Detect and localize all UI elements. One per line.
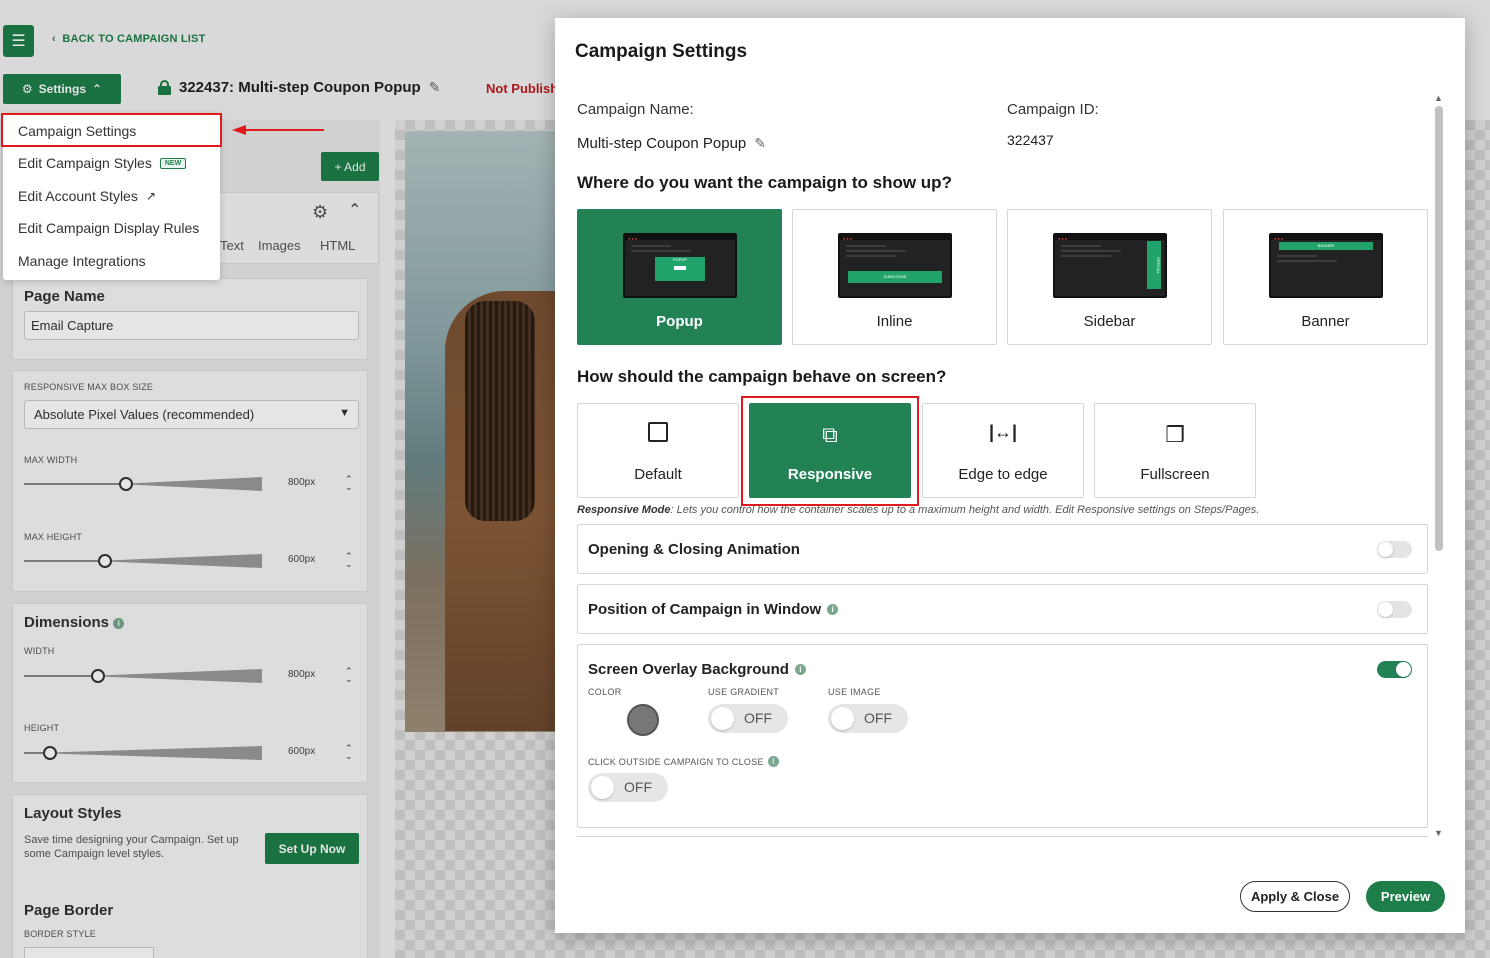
placement-option-popup[interactable]: ●●● POPUP Popup	[577, 209, 782, 345]
expand-icon: ❒	[1165, 422, 1185, 447]
overlay-section: Screen Overlay Background i COLOR USE GRA…	[577, 644, 1428, 828]
mini-label: BANNER	[1317, 243, 1335, 248]
position-title: Position of Campaign in Window i	[588, 601, 839, 618]
use-image-toggle[interactable]: OFF	[828, 704, 908, 733]
menu-item-label: Edit Account Styles	[18, 188, 138, 204]
behavior-label: Fullscreen	[1140, 466, 1210, 483]
campaign-settings-modal: Campaign Settings Campaign Name: Multi-s…	[555, 18, 1465, 933]
menu-item-edit-display-rules[interactable]: Edit Campaign Display Rules	[18, 220, 199, 236]
menu-item-edit-campaign-styles[interactable]: Edit Campaign Styles NEW	[18, 155, 187, 171]
next-section-edge	[577, 836, 1428, 840]
placement-label: Popup	[656, 313, 703, 330]
color-label: COLOR	[588, 687, 622, 697]
placement-option-inline[interactable]: ●●● SUBSCRIBE Inline	[792, 209, 997, 345]
mini-label: SPECIAL	[1156, 256, 1161, 274]
animation-title: Opening & Closing Animation	[588, 541, 800, 558]
behavior-label: Edge to edge	[958, 466, 1048, 483]
toggle-state: OFF	[864, 710, 892, 726]
modal-scrollbar[interactable]: ▲ ▼	[1434, 93, 1444, 843]
toggle-state: OFF	[744, 710, 772, 726]
preview-button[interactable]: Preview	[1366, 881, 1445, 912]
click-outside-label: CLICK OUTSIDE CAMPAIGN TO CLOSE i	[588, 756, 779, 767]
placement-label: Sidebar	[1083, 313, 1136, 330]
edit-icon[interactable]: ✎	[754, 135, 766, 152]
note-text: : Lets you control how the container sca…	[670, 504, 1260, 516]
menu-item-label: Edit Campaign Styles	[18, 155, 152, 171]
behavior-option-fullscreen[interactable]: ❒ Fullscreen	[1094, 403, 1256, 498]
mini-label: SUBSCRIBE	[883, 274, 907, 279]
position-toggle[interactable]	[1377, 601, 1412, 618]
info-icon: i	[794, 664, 806, 675]
overlay-title: Screen Overlay Background i	[588, 661, 806, 678]
popup-thumbnail-icon: ●●● POPUP	[623, 233, 737, 298]
use-gradient-toggle[interactable]: OFF	[708, 704, 788, 733]
placement-question: Where do you want the campaign to show u…	[577, 173, 952, 192]
menu-item-label: Manage Integrations	[18, 253, 146, 269]
note-bold: Responsive Mode	[577, 504, 671, 516]
horizontal-arrows-icon: |↔|	[988, 422, 1018, 442]
campaign-name-value: Multi-step Coupon Popup ✎	[577, 135, 766, 152]
section-title: Opening & Closing Animation	[588, 541, 800, 558]
click-outside-toggle[interactable]: OFF	[588, 773, 668, 802]
red-arrow-icon	[232, 125, 324, 135]
position-section[interactable]: Position of Campaign in Window i	[577, 584, 1428, 634]
placement-option-banner[interactable]: ●●● BANNER Banner	[1223, 209, 1428, 345]
toggle-state: OFF	[624, 779, 652, 795]
use-image-label: USE IMAGE	[828, 687, 881, 697]
placement-label: Banner	[1301, 313, 1350, 330]
section-title: Screen Overlay Background	[588, 661, 789, 678]
animation-section[interactable]: Opening & Closing Animation	[577, 524, 1428, 574]
behavior-option-default[interactable]: Default	[577, 403, 739, 498]
behavior-option-edge-to-edge[interactable]: |↔| Edge to edge	[922, 403, 1084, 498]
campaign-name-label: Campaign Name:	[577, 101, 694, 118]
placement-option-sidebar[interactable]: ●●● SPECIAL Sidebar	[1007, 209, 1212, 345]
behavior-question: How should the campaign behave on screen…	[577, 367, 947, 386]
campaign-id-label: Campaign ID:	[1007, 101, 1099, 118]
animation-toggle[interactable]	[1377, 541, 1412, 558]
banner-thumbnail-icon: ●●● BANNER	[1269, 233, 1383, 298]
scroll-up-icon[interactable]: ▲	[1434, 93, 1443, 103]
modal-title: Campaign Settings	[575, 41, 748, 62]
section-title: Position of Campaign in Window	[588, 601, 822, 618]
placement-label: Inline	[876, 313, 913, 330]
square-icon	[578, 422, 738, 448]
external-link-icon: ↗	[145, 189, 156, 203]
info-icon: i	[767, 756, 779, 767]
scroll-thumb[interactable]	[1435, 106, 1443, 551]
click-outside-text: CLICK OUTSIDE CAMPAIGN TO CLOSE	[588, 756, 764, 767]
highlight-box	[741, 396, 919, 506]
inline-thumbnail-icon: ●●● SUBSCRIBE	[838, 233, 952, 298]
use-gradient-label: USE GRADIENT	[708, 687, 780, 697]
new-badge: NEW	[159, 157, 187, 169]
overlay-color-swatch[interactable]	[627, 704, 659, 736]
behavior-label: Default	[634, 466, 682, 483]
menu-item-manage-integrations[interactable]: Manage Integrations	[18, 253, 146, 269]
info-icon: i	[827, 604, 839, 615]
sidebar-thumbnail-icon: ●●● SPECIAL	[1053, 233, 1167, 298]
campaign-name-text: Multi-step Coupon Popup	[577, 135, 747, 152]
apply-close-button[interactable]: Apply & Close	[1240, 881, 1350, 912]
overlay-toggle[interactable]	[1377, 661, 1412, 678]
scroll-down-icon[interactable]: ▼	[1434, 828, 1443, 838]
mini-label: POPUP	[672, 257, 687, 262]
campaign-id-value: 322437	[1007, 132, 1054, 148]
responsive-mode-note: Responsive Mode: Lets you control how th…	[577, 504, 1259, 516]
menu-item-edit-account-styles[interactable]: Edit Account Styles ↗	[18, 188, 156, 204]
highlight-box	[1, 113, 222, 147]
menu-item-label: Edit Campaign Display Rules	[18, 220, 200, 236]
